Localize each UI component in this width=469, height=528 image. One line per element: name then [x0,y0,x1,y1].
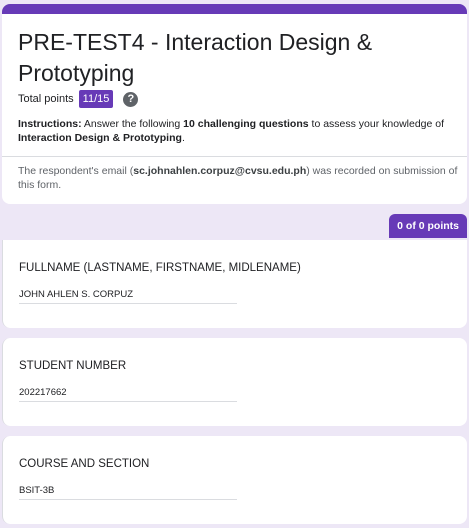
question-card: COURSE AND SECTION BSIT-3B [2,436,467,524]
form-instructions: Instructions: Answer the following 10 ch… [18,117,453,145]
total-points-row: Total points 11/15 ? [18,90,139,108]
question-label: FULLNAME (LASTNAME, FIRSTNAME, MIDLENAME… [19,262,301,274]
instructions-text-2: to assess your knowledge of [308,118,445,130]
help-icon[interactable]: ? [123,91,139,107]
question-card: FULLNAME (LASTNAME, FIRSTNAME, MIDLENAME… [2,240,467,328]
answer-field: 202217662 [19,387,237,402]
email-note-pre: The respondent's email ( [18,165,134,177]
answer-field: JOHN AHLEN S. CORPUZ [19,289,237,304]
question-label: COURSE AND SECTION [19,458,150,470]
total-points-label: Total points [18,93,74,105]
form-header-card: PRE-TEST4 - Interaction Design & Prototy… [2,4,467,204]
header-divider [2,156,467,157]
email-recorded-note: The respondent's email (sc.johnahlen.cor… [18,164,458,192]
score-badge: 11/15 [78,90,114,108]
question-label: STUDENT NUMBER [19,360,127,372]
instructions-end: . [181,132,185,144]
instructions-text-1: Answer the following [81,118,184,130]
respondent-email: sc.johnahlen.corpuz@cvsu.edu.ph [133,165,307,177]
instructions-topic: Interaction Design & Prototyping [18,132,182,144]
instructions-label: Instructions: [18,118,82,130]
answer-field: BSIT-3B [19,485,237,500]
section-points-badge: 0 of 0 points [389,214,467,238]
question-card: STUDENT NUMBER 202217662 [2,338,467,426]
form-title: PRE-TEST4 - Interaction Design & Prototy… [18,29,373,86]
instructions-count: 10 challenging questions [183,118,309,130]
